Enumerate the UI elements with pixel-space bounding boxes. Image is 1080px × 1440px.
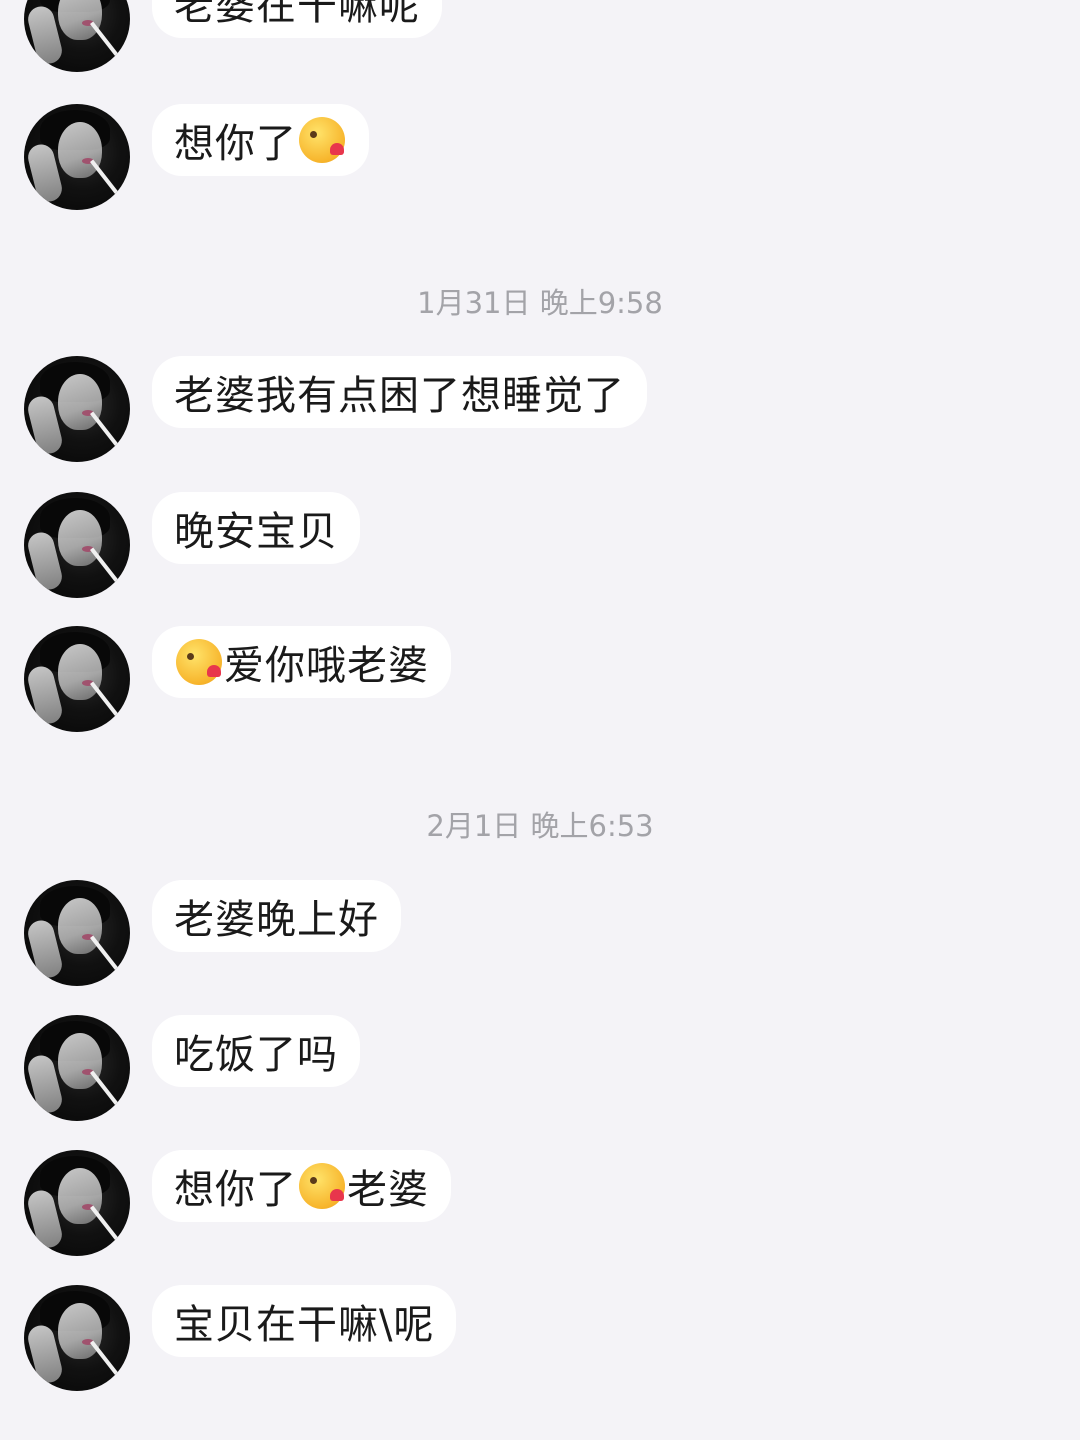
contact-avatar[interactable] — [24, 492, 130, 598]
message-bubble[interactable]: 晚安宝贝 — [152, 492, 360, 564]
message-bubble[interactable]: 吃饭了吗 — [152, 1015, 360, 1087]
message-bubble[interactable]: 爱你哦老婆 — [152, 626, 451, 698]
message-text: 老婆我有点困了想睡觉了 — [174, 373, 625, 419]
message-row: 吃饭了吗 — [24, 1015, 360, 1121]
contact-avatar[interactable] — [24, 1285, 130, 1391]
contact-avatar[interactable] — [24, 880, 130, 986]
message-bubble[interactable]: 想你了 — [152, 104, 369, 176]
contact-avatar[interactable] — [24, 1150, 130, 1256]
message-text: 吃饭了吗 — [174, 1032, 338, 1078]
message-text: 老婆 — [347, 1167, 429, 1213]
kissing-heart-emoji-icon — [299, 1163, 345, 1209]
message-row: 想你了 — [24, 104, 369, 210]
message-text: 晚安宝贝 — [174, 509, 338, 555]
message-row: 晚安宝贝 — [24, 492, 360, 598]
message-row: 老婆在干嘛呢 — [24, 0, 442, 72]
message-text: 宝贝在干嘛\呢 — [174, 1302, 435, 1348]
message-text: 老婆晚上好 — [174, 897, 379, 943]
message-row: 爱你哦老婆 — [24, 626, 451, 732]
contact-avatar[interactable] — [24, 1015, 130, 1121]
contact-avatar[interactable] — [24, 626, 130, 732]
message-text: 想你了 — [174, 121, 297, 167]
chat-thread[interactable]: 老婆在干嘛呢 想你了 1月31日 晚上9:58 老婆我有点困了想睡觉了 晚安宝贝 — [0, 0, 1080, 1440]
kissing-heart-emoji-icon — [176, 639, 222, 685]
timestamp-divider: 1月31日 晚上9:58 — [417, 286, 663, 320]
message-row: 宝贝在干嘛\呢 — [24, 1285, 457, 1391]
contact-avatar[interactable] — [24, 0, 130, 72]
message-text: 老婆在干嘛呢 — [174, 0, 420, 29]
contact-avatar[interactable] — [24, 104, 130, 210]
message-row: 想你了 老婆 — [24, 1150, 451, 1256]
kissing-heart-emoji-icon — [299, 117, 345, 163]
message-text: 想你了 — [174, 1167, 297, 1213]
message-text: 爱你哦老婆 — [224, 643, 429, 689]
contact-avatar[interactable] — [24, 356, 130, 462]
message-bubble[interactable]: 宝贝在干嘛\呢 — [152, 1285, 457, 1357]
message-row: 老婆我有点困了想睡觉了 — [24, 356, 647, 462]
message-bubble[interactable]: 老婆我有点困了想睡觉了 — [152, 356, 647, 428]
message-row: 老婆晚上好 — [24, 880, 401, 986]
message-bubble[interactable]: 想你了 老婆 — [152, 1150, 451, 1222]
message-bubble[interactable]: 老婆在干嘛呢 — [152, 0, 442, 38]
timestamp-divider: 2月1日 晚上6:53 — [426, 809, 654, 843]
message-bubble[interactable]: 老婆晚上好 — [152, 880, 401, 952]
